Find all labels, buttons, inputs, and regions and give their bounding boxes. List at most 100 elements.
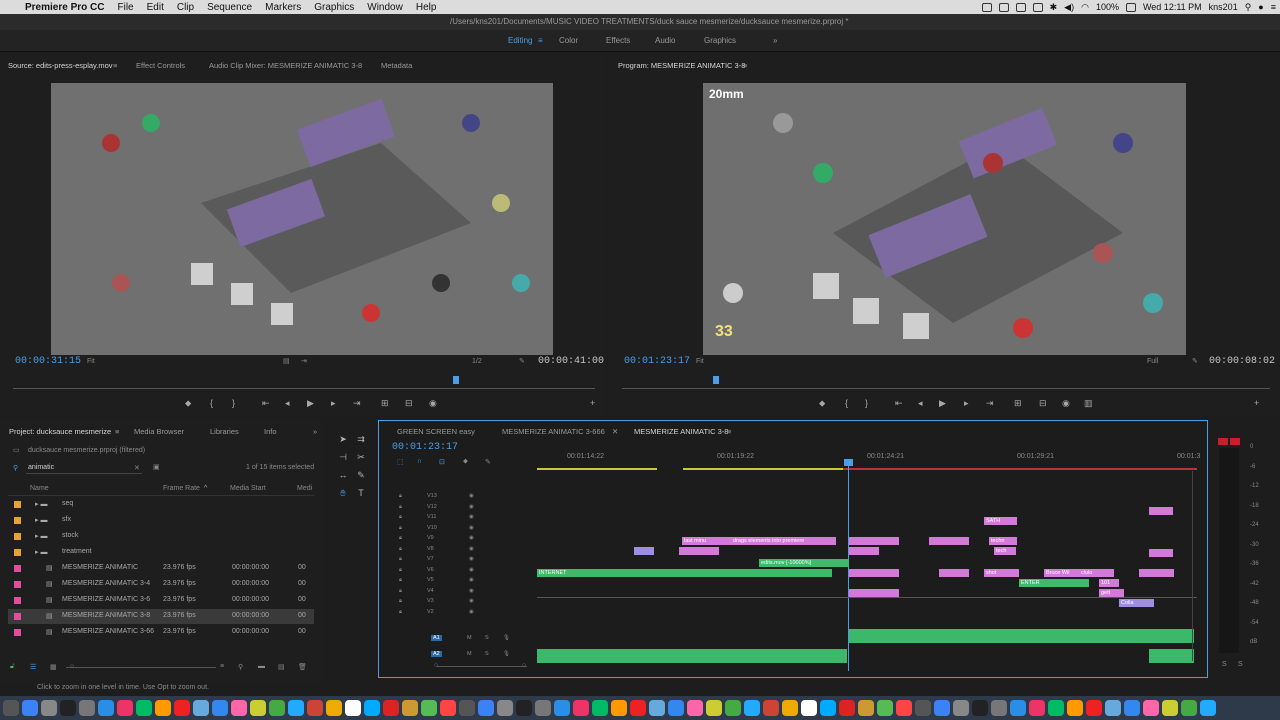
- dock-app-icon[interactable]: [193, 700, 209, 716]
- program-compare-button[interactable]: ▥: [1084, 398, 1093, 409]
- track-select-tool-icon[interactable]: ⇉: [356, 434, 366, 444]
- dock-app-icon[interactable]: [1124, 700, 1140, 716]
- notification-icon[interactable]: ≡: [1271, 2, 1276, 12]
- track-lock-icon[interactable]: 🔒︎: [399, 567, 402, 574]
- wifi-icon[interactable]: ◠: [1081, 2, 1089, 13]
- display-icon[interactable]: [1015, 2, 1026, 12]
- dock-app-icon[interactable]: [858, 700, 874, 716]
- dock-app-icon[interactable]: [269, 700, 285, 716]
- dock-app-icon[interactable]: [421, 700, 437, 716]
- dock-app-icon[interactable]: [535, 700, 551, 716]
- dock-app-icon[interactable]: [516, 700, 532, 716]
- timeline-clip[interactable]: tech: [994, 547, 1016, 555]
- clip-indicator-right[interactable]: [1230, 438, 1240, 445]
- dock-app-icon[interactable]: [231, 700, 247, 716]
- dock-app-icon[interactable]: [668, 700, 684, 716]
- zoom-scroll-handle-left[interactable]: ○: [434, 662, 438, 669]
- dock-app-icon[interactable]: [212, 700, 228, 716]
- source-drag-video-icon[interactable]: ▤: [283, 357, 290, 365]
- program-fit-select[interactable]: Fit: [696, 358, 704, 365]
- project-item[interactable]: ▤ MESMERIZE ANIMATIC 3-6 23.976 fps 00:00:0…: [8, 593, 314, 608]
- project-item[interactable]: ▸ ▬ treatment: [8, 545, 314, 560]
- track-label[interactable]: V9: [427, 535, 434, 541]
- tab-libraries[interactable]: Libraries: [210, 427, 239, 436]
- solo-button[interactable]: S: [485, 635, 489, 641]
- track-visibility-icon[interactable]: ◉: [469, 588, 474, 594]
- trash-icon[interactable]: 🗑︎: [298, 663, 307, 671]
- timeline-clip[interactable]: [939, 569, 969, 577]
- program-settings-icon[interactable]: ✎: [1192, 357, 1198, 365]
- project-item[interactable]: ▤ MESMERIZE ANIMATIC 3-8 23.976 fps 00:00:0…: [8, 609, 314, 624]
- dock-app-icon[interactable]: [820, 700, 836, 716]
- program-mark-in-button[interactable]: {: [845, 398, 848, 408]
- track-label[interactable]: V7: [427, 556, 434, 562]
- user-name[interactable]: kns201: [1209, 2, 1238, 12]
- dock-app-icon[interactable]: [98, 700, 114, 716]
- workspace-effects[interactable]: Effects: [606, 36, 630, 45]
- label-color-swatch[interactable]: [14, 501, 21, 508]
- voice-over-icon[interactable]: 🎙︎: [503, 651, 510, 657]
- timeline-clip[interactable]: [634, 547, 654, 555]
- source-playhead[interactable]: [453, 376, 459, 384]
- dock-app-icon[interactable]: [839, 700, 855, 716]
- timeline-clip[interactable]: shot: [984, 569, 1019, 577]
- track-label[interactable]: V8: [427, 546, 434, 552]
- find-icon[interactable]: ⚲: [238, 663, 243, 671]
- dock-app-icon[interactable]: [1067, 700, 1083, 716]
- timeline-clip[interactable]: [1149, 507, 1173, 515]
- selection-tool-icon[interactable]: ➤: [338, 434, 348, 444]
- tab-source[interactable]: Source: edits-press-esplay.mov: [8, 61, 112, 70]
- track-lock-icon[interactable]: 🔒︎: [399, 535, 402, 542]
- dock-app-icon[interactable]: [630, 700, 646, 716]
- dock-app-icon[interactable]: [1181, 700, 1197, 716]
- tab-audio-clip-mixer[interactable]: Audio Clip Mixer: MESMERIZE ANIMATIC 3-8: [209, 61, 362, 70]
- track-lock-icon[interactable]: 🔒︎: [399, 556, 402, 563]
- program-button-editor-icon[interactable]: +: [1254, 398, 1259, 408]
- project-tab-menu-icon[interactable]: ≡: [115, 427, 119, 436]
- project-item[interactable]: ▤ MESMERIZE ANIMATIC 3-66 23.976 fps 00:00:…: [8, 625, 314, 640]
- zoom-slider[interactable]: [66, 667, 216, 668]
- dock-app-icon[interactable]: [706, 700, 722, 716]
- time-ruler[interactable]: 00:01:14:22 00:01:19:22 00:01:24:21 00:0…: [537, 451, 1200, 471]
- program-timecode[interactable]: 00:01:23:17: [624, 356, 690, 367]
- dock-app-icon[interactable]: [155, 700, 171, 716]
- track-visibility-icon[interactable]: ◉: [469, 567, 474, 573]
- dock-app-icon[interactable]: [326, 700, 342, 716]
- program-go-to-out-button[interactable]: ⇥: [986, 398, 994, 409]
- column-media[interactable]: Medi: [297, 485, 312, 492]
- app-menu[interactable]: Premiere Pro CC: [25, 2, 104, 13]
- tab-info[interactable]: Info: [264, 427, 277, 436]
- program-extract-button[interactable]: ⊟: [1039, 398, 1047, 409]
- project-item[interactable]: ▸ ▬ seq: [8, 497, 314, 512]
- program-step-forward-button[interactable]: ▸: [964, 398, 969, 409]
- dock-app-icon[interactable]: [1162, 700, 1178, 716]
- battery-icon[interactable]: [1125, 2, 1136, 12]
- dock-app-icon[interactable]: [22, 700, 38, 716]
- dock-app-icon[interactable]: [649, 700, 665, 716]
- track-visibility-icon[interactable]: ◉: [469, 504, 474, 510]
- dock-app-icon[interactable]: [60, 700, 76, 716]
- program-scrubber[interactable]: [622, 388, 1270, 389]
- dock-app-icon[interactable]: [877, 700, 893, 716]
- timeline-clip[interactable]: [929, 537, 969, 545]
- track-visibility-icon[interactable]: ◉: [469, 598, 474, 604]
- dock-app-icon[interactable]: [288, 700, 304, 716]
- dock-app-icon[interactable]: [782, 700, 798, 716]
- source-video-frame[interactable]: [51, 83, 553, 355]
- source-play-button[interactable]: ▶: [307, 398, 314, 409]
- snap-icon[interactable]: ∩: [417, 458, 422, 465]
- program-video-frame[interactable]: 20mm 33: [703, 83, 1186, 355]
- source-go-to-in-button[interactable]: ⇤: [262, 398, 270, 409]
- clip-indicator-left[interactable]: [1218, 438, 1228, 445]
- source-go-to-out-button[interactable]: ⇥: [353, 398, 361, 409]
- dock-app-icon[interactable]: [459, 700, 475, 716]
- timeline-clip[interactable]: [679, 547, 719, 555]
- clock[interactable]: Wed 12:11 PM: [1143, 2, 1202, 12]
- pen-tool-icon[interactable]: ✎: [356, 470, 366, 480]
- dock-app-icon[interactable]: [953, 700, 969, 716]
- panel-overflow-icon[interactable]: »: [313, 427, 317, 436]
- menu-markers[interactable]: Markers: [265, 2, 301, 13]
- program-go-to-in-button[interactable]: ⇤: [895, 398, 903, 409]
- dock-app-icon[interactable]: [174, 700, 190, 716]
- timeline-clip[interactable]: INTERNET: [537, 569, 832, 577]
